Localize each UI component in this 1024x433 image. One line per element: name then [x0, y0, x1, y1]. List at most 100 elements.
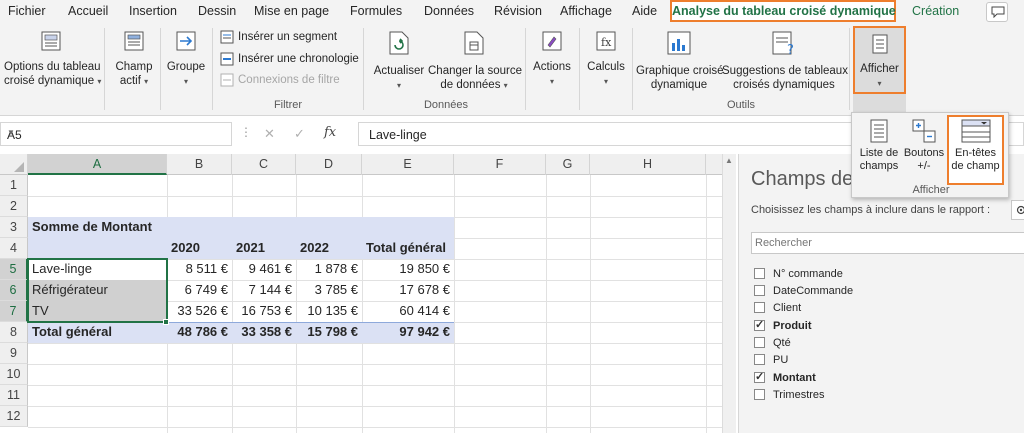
cancel-icon[interactable]: ✕ [264, 126, 275, 142]
pivot-total-value[interactable]: 48 786 € [167, 322, 232, 343]
pivot-value[interactable]: 6 749 € [167, 280, 232, 301]
column-header-b[interactable]: B [167, 154, 232, 175]
field-item[interactable]: Montant [754, 370, 816, 389]
pivot-value[interactable]: 33 526 € [167, 301, 232, 322]
insert-segment-button[interactable]: Insérer un segment [218, 29, 358, 45]
pivot-title[interactable]: Somme de Montant [28, 217, 228, 238]
field-item[interactable]: Client [754, 302, 801, 319]
insert-function-icon[interactable]: fx [324, 125, 336, 140]
comments-button[interactable] [986, 2, 1008, 22]
pivot-value[interactable]: 16 753 € [232, 301, 296, 322]
confirm-icon[interactable]: ✓ [294, 126, 305, 142]
field-item[interactable]: N° commande [754, 268, 843, 285]
vertical-scrollbar[interactable]: ▲ [722, 154, 736, 433]
pivot-value[interactable]: 17 678 € [362, 280, 454, 301]
field-item[interactable]: Qté [754, 337, 791, 354]
checkbox[interactable] [754, 337, 765, 348]
menu-donnees[interactable]: Données [424, 4, 474, 18]
pivot-value[interactable]: 19 850 € [362, 259, 454, 280]
column-header-a[interactable]: A [28, 154, 167, 175]
champ-actif-button[interactable]: Champ actif ▾ [110, 26, 158, 96]
calculs-button[interactable]: fx Calculs ▾ [582, 26, 630, 96]
field-headers-toggle-button[interactable]: En-têtes de champ [947, 115, 1004, 185]
tab-analyse-tcd[interactable]: Analyse du tableau croisé dynamique [670, 0, 896, 22]
checkbox[interactable] [754, 302, 765, 313]
menu-dessin[interactable]: Dessin [198, 4, 236, 18]
pivot-total-value[interactable]: 15 798 € [296, 322, 362, 343]
column-header-f[interactable]: F [454, 154, 546, 175]
insert-timeline-button[interactable]: Insérer une chronologie [218, 51, 359, 67]
pivot-value[interactable]: 3 785 € [296, 280, 362, 301]
field-item[interactable]: Trimestres [754, 389, 825, 406]
spreadsheet-grid[interactable]: A B C D E F G H 1 2 3 4 5 6 7 8 9 10 11 … [0, 154, 736, 433]
menu-aide[interactable]: Aide [632, 4, 657, 18]
name-box[interactable]: A5 ▼ [0, 122, 232, 146]
pivot-value[interactable]: 7 144 € [232, 280, 296, 301]
pivot-total-value[interactable]: 33 358 € [232, 322, 296, 343]
pane-settings-button[interactable] [1011, 200, 1024, 220]
suggestions-tcd-button[interactable]: ? Suggestions de tableaux croisés dynami… [722, 26, 848, 96]
pivot-value[interactable]: 10 135 € [296, 301, 362, 322]
pivot-value[interactable]: 8 511 € [167, 259, 232, 280]
field-list-toggle-button[interactable]: Liste de champs [856, 117, 902, 173]
row-header-2[interactable]: 2 [0, 196, 28, 217]
pivot-total-value[interactable]: 97 942 € [362, 322, 454, 343]
column-header-c[interactable]: C [232, 154, 296, 175]
groupe-button[interactable]: Groupe ▾ [164, 26, 208, 96]
pivot-col-header[interactable]: 2022 [296, 238, 362, 259]
checkbox-checked[interactable] [754, 370, 765, 383]
row-header-12[interactable]: 12 [0, 406, 28, 427]
column-header-h[interactable]: H [590, 154, 706, 175]
column-header-g[interactable]: G [546, 154, 590, 175]
field-item[interactable]: PU [754, 354, 788, 371]
menu-revision[interactable]: Révision [494, 4, 542, 18]
menu-affichage[interactable]: Affichage [560, 4, 612, 18]
checkbox[interactable] [754, 285, 765, 296]
afficher-button[interactable]: Afficher ▾ [853, 26, 906, 94]
pivot-col-header[interactable]: 2020 [167, 238, 232, 259]
field-headers-icon [961, 119, 991, 143]
menu-mise-en-page[interactable]: Mise en page [254, 4, 329, 18]
chevron-down-icon[interactable]: ▼ [7, 128, 223, 137]
menu-fichier[interactable]: Fichier [8, 4, 46, 18]
pivot-value[interactable]: 9 461 € [232, 259, 296, 280]
row-header-7[interactable]: 7 [0, 301, 28, 322]
field-item[interactable]: Produit [754, 318, 812, 337]
field-item[interactable]: DateCommande [754, 285, 853, 302]
fill-handle[interactable] [163, 319, 169, 325]
checkbox[interactable] [754, 389, 765, 400]
pivot-col-header[interactable]: 2021 [232, 238, 296, 259]
actions-button[interactable]: Actions ▾ [528, 26, 576, 96]
row-header-8[interactable]: 8 [0, 322, 28, 343]
actualiser-button[interactable]: Actualiser ▾ [370, 26, 428, 96]
row-header-11[interactable]: 11 [0, 385, 28, 406]
pivot-value[interactable]: 60 414 € [362, 301, 454, 322]
select-all-corner[interactable] [0, 154, 28, 175]
graphique-tcd-button[interactable]: Graphique croisé dynamique [636, 26, 724, 96]
checkbox-checked[interactable] [754, 318, 765, 331]
options-tcd-button[interactable]: Options du tableau croisé dynamique ▾ [4, 26, 101, 96]
changer-source-button[interactable]: Changer la source de données ▾ [428, 26, 522, 96]
checkbox[interactable] [754, 268, 765, 279]
menu-creation[interactable]: Création [912, 4, 959, 18]
row-header-6[interactable]: 6 [0, 280, 28, 301]
menu-accueil[interactable]: Accueil [68, 4, 108, 18]
row-header-9[interactable]: 9 [0, 343, 28, 364]
row-header-4[interactable]: 4 [0, 238, 28, 259]
pivot-col-header[interactable]: Total général [362, 238, 454, 259]
pivot-value[interactable]: 1 878 € [296, 259, 362, 280]
checkbox[interactable] [754, 354, 765, 365]
plus-minus-buttons-toggle[interactable]: Boutons +/- [902, 117, 946, 173]
field-search-input[interactable]: Rechercher [751, 232, 1024, 254]
row-header-5[interactable]: 5 [0, 259, 28, 280]
pivot-total-label[interactable]: Total général [28, 322, 167, 343]
row-header-10[interactable]: 10 [0, 364, 28, 385]
row-header-3[interactable]: 3 [0, 217, 28, 238]
column-header-d[interactable]: D [296, 154, 362, 175]
scroll-up-icon[interactable]: ▲ [725, 156, 733, 165]
column-header-e[interactable]: E [362, 154, 454, 175]
menu-formules[interactable]: Formules [350, 4, 402, 18]
menu-insertion[interactable]: Insertion [129, 4, 177, 18]
row-header-1[interactable]: 1 [0, 175, 28, 196]
gear-icon [1016, 205, 1024, 215]
